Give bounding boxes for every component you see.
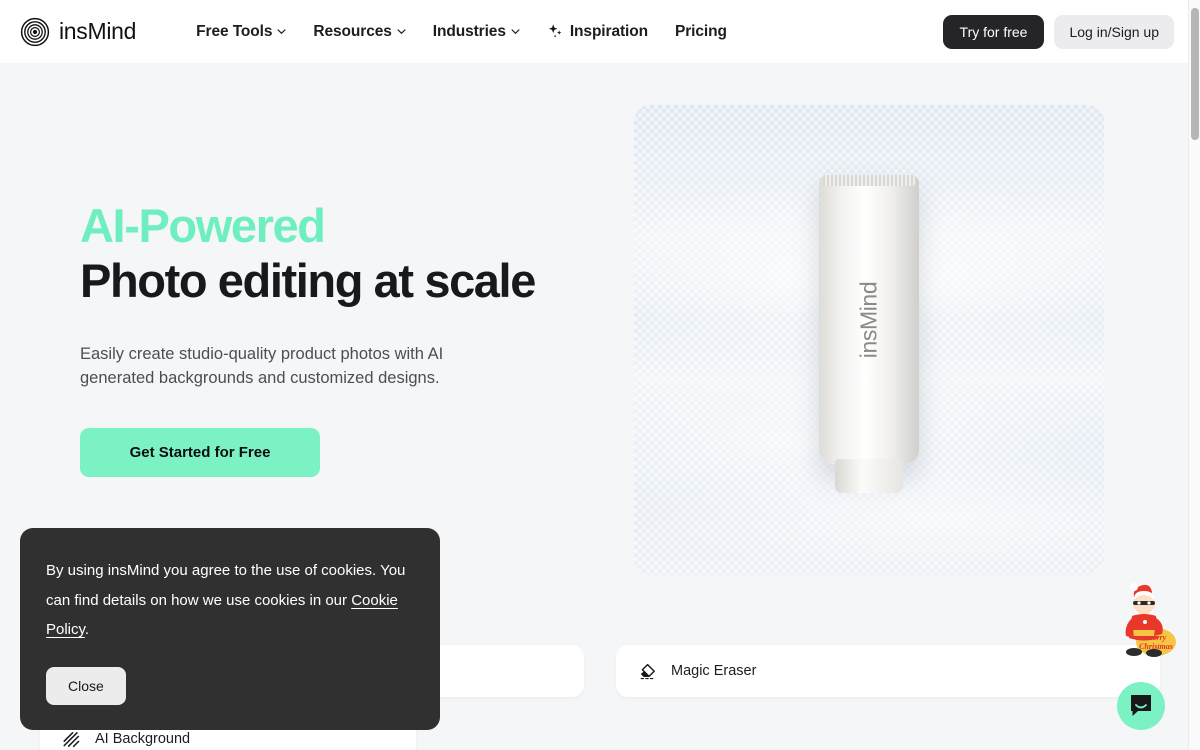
nav-item-pricing[interactable]: Pricing: [675, 23, 727, 41]
scrollbar-thumb[interactable]: [1191, 8, 1199, 140]
tool-card-label: AI Background: [95, 731, 191, 747]
login-signup-button[interactable]: Log in/Sign up: [1054, 14, 1174, 49]
cookie-consent-banner: By using insMind you agree to the use of…: [20, 528, 440, 730]
chevron-down-icon: [511, 27, 520, 36]
hero-product-image: insMind: [634, 105, 1104, 575]
chat-bubble-icon: [1128, 692, 1154, 721]
hero-subhead: Easily create studio-quality product pho…: [80, 345, 444, 387]
chevron-down-icon: [277, 27, 286, 36]
nav-label: Resources: [313, 22, 392, 40]
tool-card-magic-eraser[interactable]: Magic Eraser: [616, 645, 1160, 697]
nav-item-inspiration[interactable]: Inspiration: [547, 23, 648, 41]
nav-label: Pricing: [674, 22, 727, 40]
nav-item-resources[interactable]: Resources: [313, 22, 406, 41]
nav-label: Inspiration: [569, 22, 648, 40]
nav-label: Free Tools: [196, 22, 273, 40]
concentric-circles-logo-icon: [20, 17, 50, 47]
page-scrollbar[interactable]: [1188, 0, 1200, 750]
hero-headline-line2: Photo editing at scale: [80, 253, 536, 307]
cookie-close-button[interactable]: Close: [46, 667, 126, 706]
nav-item-free-tools[interactable]: Free Tools: [196, 23, 286, 41]
brand-name: insMind: [59, 18, 137, 44]
hero-text-block: AI-Powered Photo editing at scale Easily…: [80, 199, 600, 390]
page-root: insMind Free Tools Resources Industries: [0, 0, 1200, 750]
brand-logo[interactable]: insMind: [20, 17, 136, 47]
main-nav: Free Tools Resources Industries Inspirat…: [196, 23, 727, 41]
eraser-icon: [638, 662, 657, 681]
try-for-free-button[interactable]: Try for free: [942, 14, 1045, 49]
header-actions: Try for free Log in/Sign up: [942, 14, 1174, 49]
sparkles-icon: [547, 23, 564, 40]
tube-brand-label: insMind: [855, 281, 882, 359]
cookie-text: By using insMind you agree to the use of…: [46, 556, 416, 645]
santa-claus-merry-christmas-icon[interactable]: Merry Christmas: [1112, 580, 1184, 660]
cookie-text-after-link: .: [84, 621, 90, 639]
nav-item-industries[interactable]: Industries: [433, 23, 520, 41]
get-started-for-free-button[interactable]: Get Started for Free: [80, 428, 320, 477]
tool-card-label: Magic Eraser: [671, 663, 757, 679]
tube-crimp: [823, 175, 915, 186]
site-header: insMind Free Tools Resources Industries: [0, 0, 1188, 63]
diagonal-stripes-icon: [62, 730, 81, 749]
chat-widget-button[interactable]: [1117, 682, 1165, 730]
hero-headline-line1: AI-Powered: [80, 199, 326, 252]
product-tube: insMind: [819, 175, 919, 493]
nav-label: Industries: [432, 22, 506, 40]
chevron-down-icon: [397, 27, 406, 36]
tube-cap: [835, 459, 903, 493]
